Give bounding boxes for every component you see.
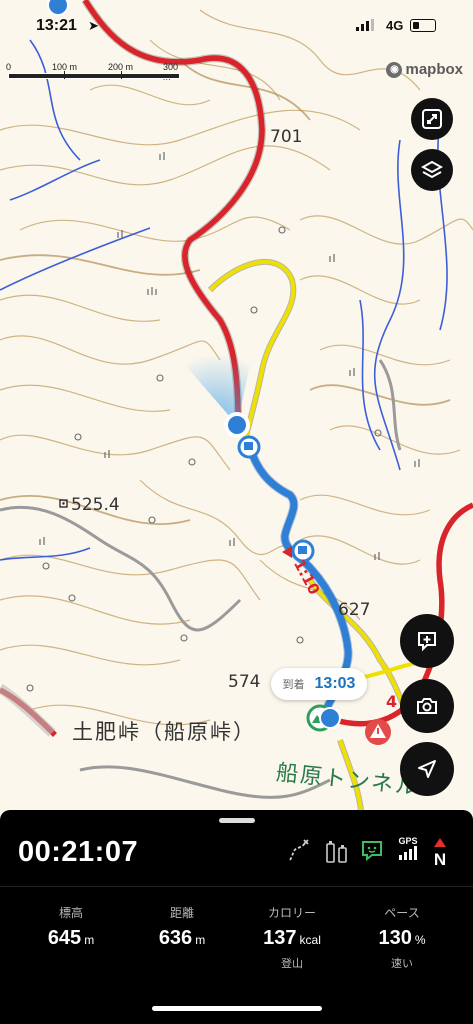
- checkpoint-marker-1: [237, 435, 261, 459]
- status-time: 13:21: [36, 17, 77, 34]
- scale-label-0: 0: [6, 62, 12, 72]
- north-icon[interactable]: N: [430, 834, 450, 870]
- elapsed-time: 00:21:07: [18, 836, 139, 868]
- battery-icon: [410, 19, 436, 32]
- route-icon: [289, 839, 309, 861]
- scale-label-300: 300 m: [163, 62, 179, 82]
- north-text: N: [433, 850, 447, 869]
- home-indicator[interactable]: [152, 1006, 322, 1011]
- stat-sub: 速い: [391, 958, 413, 970]
- status-bar: 13:21 ➤ 4G: [0, 0, 473, 52]
- stat-value: 636: [158, 927, 193, 949]
- add-memo-button[interactable]: [400, 614, 454, 668]
- network-type: 4G: [386, 18, 404, 33]
- arrival-time: 13:03: [314, 675, 356, 692]
- navigation-arrow-icon: [418, 760, 436, 778]
- stat-label: ペース: [384, 906, 420, 920]
- scale-bar: 0 100 m 200 m 300 m: [6, 62, 186, 82]
- status-icons-row: GPS N: [286, 836, 456, 869]
- stat-unit: m: [195, 933, 206, 947]
- location-arrow-icon: ➤: [88, 18, 99, 33]
- layers-button[interactable]: [411, 149, 453, 191]
- stat-pace: ペース 130% 速い: [347, 904, 457, 971]
- elevation-label-701: 701: [270, 127, 303, 147]
- mapbox-attribution[interactable]: ◉ mapbox: [386, 61, 463, 78]
- gps-icon: GPS: [396, 836, 420, 865]
- warning-marker: [365, 719, 391, 745]
- layers-icon: [421, 160, 443, 179]
- scale-bar-line: [8, 73, 180, 79]
- stat-label: 距離: [169, 906, 194, 920]
- recenter-button[interactable]: [400, 742, 454, 796]
- elevation-label-627: 627: [338, 600, 371, 620]
- activity-panel[interactable]: 00:21:07 GPS N 標高 645 m 距離 636 m カロリー 13…: [0, 810, 473, 1024]
- stat-unit: kcal: [299, 933, 321, 947]
- camera-icon: [417, 698, 437, 714]
- stat-sub: 登山: [281, 958, 303, 970]
- stat-unit: %: [414, 933, 426, 947]
- mapbox-label: mapbox: [405, 61, 463, 78]
- gps-text: GPS: [398, 836, 418, 846]
- arrival-label: 到着: [282, 679, 305, 691]
- battery-sensor-icon: [326, 841, 347, 863]
- signal-icon: [356, 19, 374, 31]
- stat-distance: 距離 636 m: [127, 904, 237, 950]
- stat-value: 130: [378, 927, 412, 949]
- stat-label: 標高: [58, 906, 83, 920]
- stat-elevation: 標高 645 m: [16, 904, 126, 950]
- pass-name-label: 土肥峠（船原峠）: [72, 720, 256, 744]
- stat-value: 645: [47, 927, 82, 949]
- stat-label: カロリー: [267, 906, 316, 920]
- mapbox-logo-icon: ◉: [386, 61, 403, 78]
- current-location-dot: [228, 416, 246, 434]
- elevation-label-574: 574: [228, 672, 261, 692]
- add-memo-icon: [418, 632, 436, 652]
- elevation-label-525: 525.4: [71, 495, 120, 515]
- stat-calories: カロリー 137 kcal 登山: [237, 904, 347, 971]
- fit-route-button[interactable]: [411, 98, 453, 140]
- panel-divider: [0, 886, 473, 887]
- camera-button[interactable]: [400, 679, 454, 733]
- panel-drag-handle[interactable]: [219, 818, 255, 823]
- stat-unit: m: [84, 933, 95, 947]
- stat-value: 137: [263, 927, 297, 949]
- partial-map-label: 4: [386, 692, 398, 711]
- fit-route-icon: [422, 109, 442, 129]
- chat-icon: [362, 841, 382, 862]
- arrival-eta-badge[interactable]: 到着 13:03: [271, 668, 367, 700]
